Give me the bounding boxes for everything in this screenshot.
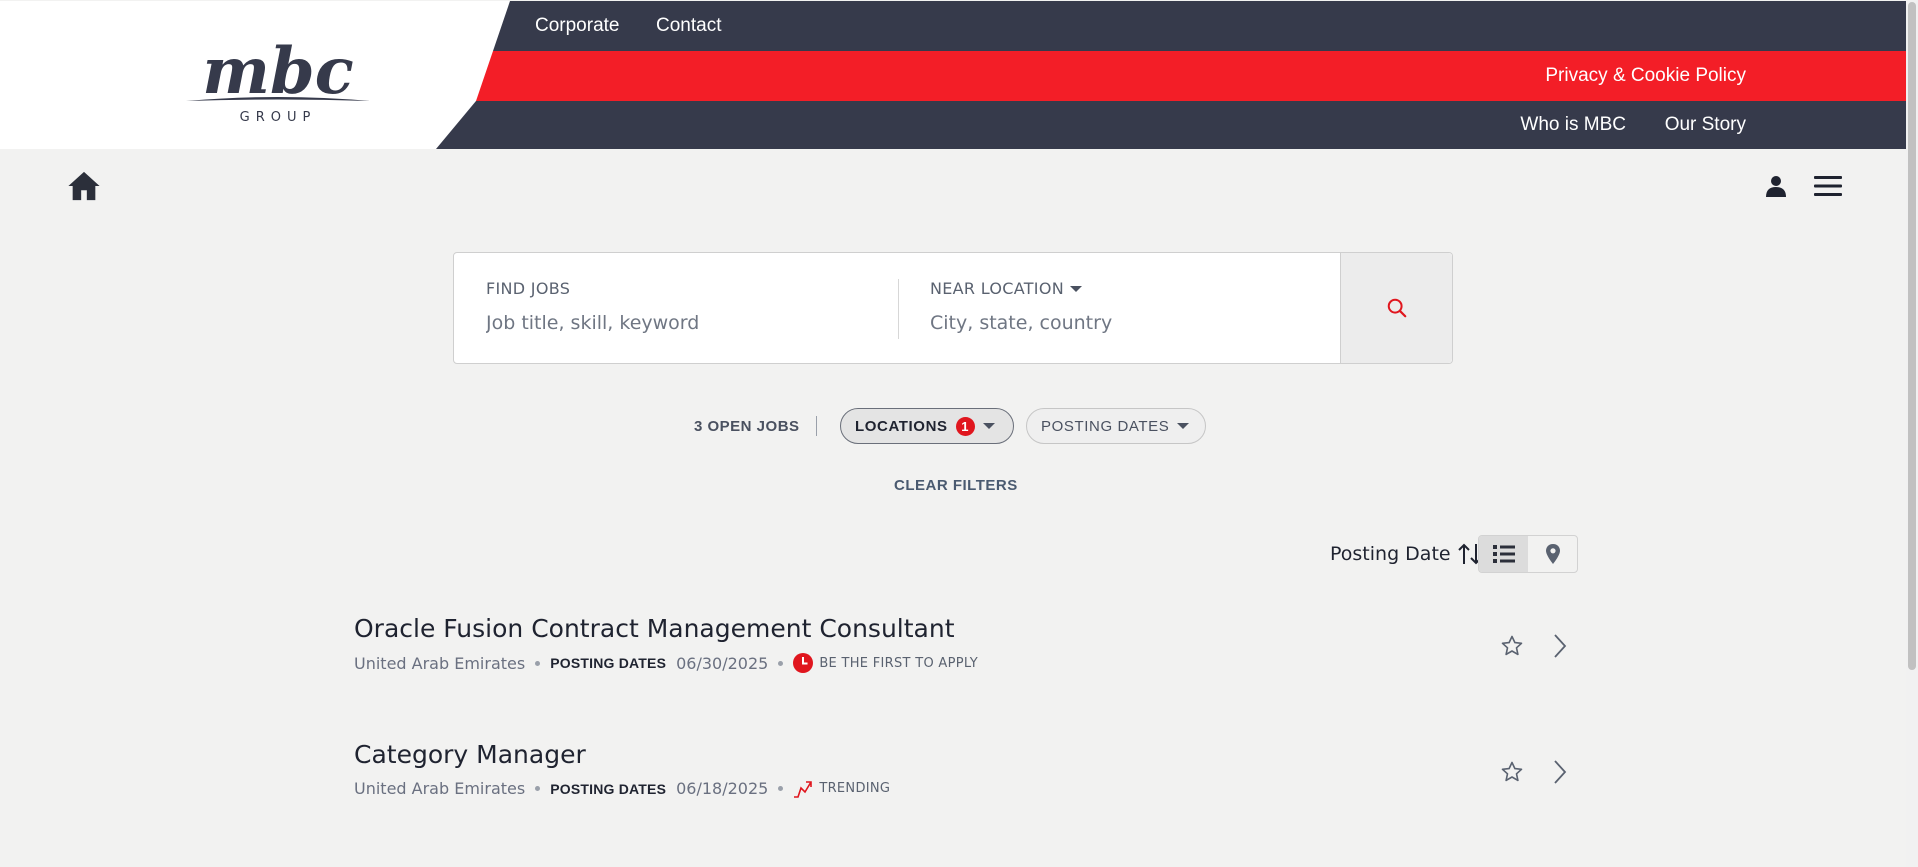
- find-jobs-input[interactable]: [486, 312, 866, 334]
- clear-filters-link[interactable]: CLEAR FILTERS: [894, 477, 1018, 494]
- near-location-label: NEAR LOCATION: [930, 279, 1064, 298]
- sort-posting-date-button[interactable]: Posting Date: [1330, 542, 1483, 566]
- job-actions: [1498, 632, 1574, 660]
- nav-link-our-story[interactable]: Our Story: [1665, 114, 1746, 136]
- job-tag-label: BE THE FIRST TO APPLY: [819, 655, 978, 671]
- sort-label: Posting Date: [1330, 543, 1451, 565]
- locations-filter-button[interactable]: LOCATIONS 1: [840, 408, 1014, 444]
- map-view-button[interactable]: [1528, 536, 1577, 572]
- nav-link-contact[interactable]: Contact: [656, 15, 721, 37]
- caret-down-icon: [982, 423, 995, 429]
- posting-date-value: 06/30/2025: [676, 653, 769, 673]
- save-job-button[interactable]: [1498, 632, 1526, 660]
- open-job-button[interactable]: [1546, 758, 1574, 786]
- job-location: United Arab Emirates: [354, 653, 526, 673]
- page-scrollbar[interactable]: [1906, 0, 1918, 867]
- hamburger-menu-icon: [1814, 176, 1842, 196]
- save-job-button[interactable]: [1498, 758, 1526, 786]
- chevron-right-icon: [1554, 760, 1567, 784]
- chevron-right-icon: [1554, 634, 1567, 658]
- job-tag: TRENDING: [793, 780, 890, 798]
- meta-separator: [535, 660, 541, 666]
- scrollbar-thumb[interactable]: [1908, 2, 1916, 670]
- star-icon: [1501, 635, 1523, 656]
- account-button[interactable]: [1762, 172, 1790, 200]
- job-tag-label: TRENDING: [819, 781, 891, 796]
- near-location-dropdown[interactable]: NEAR LOCATION: [930, 279, 1342, 298]
- trending-icon: [794, 780, 813, 798]
- main-menu-button[interactable]: [1812, 170, 1844, 202]
- job-search-form: FIND JOBS NEAR LOCATION: [453, 252, 1453, 364]
- mbc-group-logo[interactable]: mbc GROUP: [178, 34, 378, 125]
- job-meta: United Arab Emirates POSTING DATES 06/18…: [354, 779, 1574, 798]
- map-pin-icon: [1545, 544, 1560, 564]
- star-icon: [1501, 761, 1523, 782]
- search-icon: [1387, 298, 1406, 318]
- home-button[interactable]: [66, 168, 102, 204]
- logo-subtext: GROUP: [240, 110, 317, 125]
- site-header: mbc GROUP Corporate Contact Privacy & Co…: [0, 1, 1906, 149]
- nav-link-corporate[interactable]: Corporate: [535, 15, 620, 37]
- open-job-button[interactable]: [1546, 632, 1574, 660]
- location-input[interactable]: [930, 312, 1310, 334]
- job-list-item: Oracle Fusion Contract Management Consul…: [354, 614, 1574, 704]
- caret-down-icon: [1070, 285, 1082, 292]
- posting-dates-filter-button[interactable]: POSTING DATES: [1026, 408, 1206, 444]
- job-list-item: Category Manager United Arab Emirates PO…: [354, 740, 1574, 830]
- find-jobs-field: FIND JOBS: [454, 253, 898, 363]
- posting-dates-filter-label: POSTING DATES: [1041, 417, 1170, 435]
- home-icon: [68, 171, 100, 201]
- job-tag: BE THE FIRST TO APPLY: [793, 653, 978, 673]
- job-actions: [1498, 758, 1574, 786]
- meta-separator: [778, 660, 784, 666]
- list-icon: [1492, 545, 1515, 563]
- locations-filter-label: LOCATIONS: [855, 417, 948, 435]
- job-title-link[interactable]: Oracle Fusion Contract Management Consul…: [354, 614, 1574, 643]
- meta-separator: [535, 786, 541, 791]
- search-button[interactable]: [1340, 253, 1452, 363]
- clock-icon: [793, 653, 814, 673]
- caret-down-icon: [1177, 423, 1190, 429]
- filter-separator: [816, 416, 817, 436]
- job-meta: United Arab Emirates POSTING DATES 06/30…: [354, 653, 1574, 673]
- locations-count-badge: 1: [955, 416, 975, 436]
- open-jobs-count: 3 OPEN JOBS: [694, 418, 800, 435]
- find-jobs-label: FIND JOBS: [486, 279, 571, 298]
- user-icon: [1766, 176, 1786, 197]
- list-view-button[interactable]: [1479, 536, 1528, 572]
- posting-date-value: 06/18/2025: [676, 779, 769, 798]
- job-title-link[interactable]: Category Manager: [354, 740, 1574, 769]
- view-toggle: [1478, 535, 1578, 573]
- nav-link-who-is-mbc[interactable]: Who is MBC: [1520, 114, 1626, 136]
- posting-date-label: POSTING DATES: [550, 655, 667, 671]
- meta-separator: [778, 786, 784, 791]
- job-location: United Arab Emirates: [354, 779, 526, 798]
- posting-date-label: POSTING DATES: [550, 780, 667, 797]
- near-location-field: NEAR LOCATION: [898, 253, 1342, 363]
- nav-link-privacy-policy[interactable]: Privacy & Cookie Policy: [1545, 65, 1746, 87]
